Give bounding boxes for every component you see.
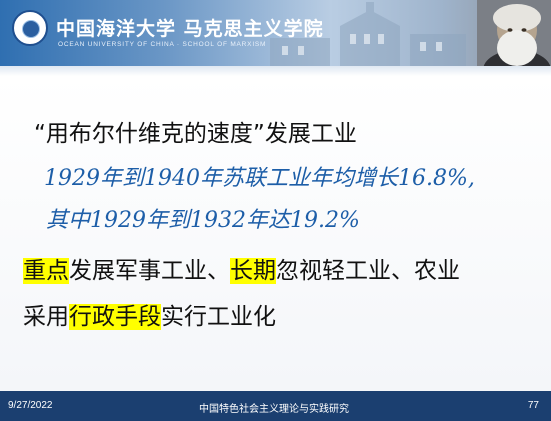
body-text: 实行工业化 — [161, 304, 276, 330]
slide-footer: 9/27/2022 中国特色社会主义理论与实践研究 77 — [0, 391, 551, 421]
marx-portrait-image — [477, 0, 551, 68]
growth-stat-line-2: 其中1929年到1932年达19.2% — [46, 208, 360, 233]
body-text: 发展军事工业、 — [69, 258, 230, 284]
body-text: 忽视轻工业、农业 — [276, 258, 460, 284]
highlight-keyword: 长期 — [230, 258, 276, 284]
body-text: 采用 — [23, 304, 69, 330]
highlight-keyword: 重点 — [23, 258, 69, 284]
header-divider-band — [0, 66, 551, 76]
slide-title: “用布尔什维克的速度”发展工业 — [34, 121, 357, 147]
seal-emblem-icon — [22, 20, 40, 38]
highlight-keyword: 行政手段 — [69, 304, 161, 330]
growth-stat-line-1: 1929年到1940年苏联工业年均增长16.8%, — [44, 166, 475, 191]
university-seal-logo — [12, 10, 48, 46]
footer-course-title: 中国特色社会主义理论与实践研究 — [199, 404, 349, 415]
campus-building-image — [270, 2, 466, 68]
slide-page-number: 77 — [527, 400, 539, 411]
school-name-en: OCEAN UNIVERSITY OF CHINA · SCHOOL OF MA… — [58, 41, 267, 48]
footer-date: 9/27/2022 — [8, 400, 53, 411]
policy-line-2: 采用行政手段实行工业化 — [23, 297, 276, 331]
policy-line-1: 重点发展军事工业、长期忽视轻工业、农业 — [23, 251, 460, 285]
slide-header: 中国海洋大学 马克思主义学院 OCEAN UNIVERSITY OF CHINA… — [0, 0, 551, 68]
